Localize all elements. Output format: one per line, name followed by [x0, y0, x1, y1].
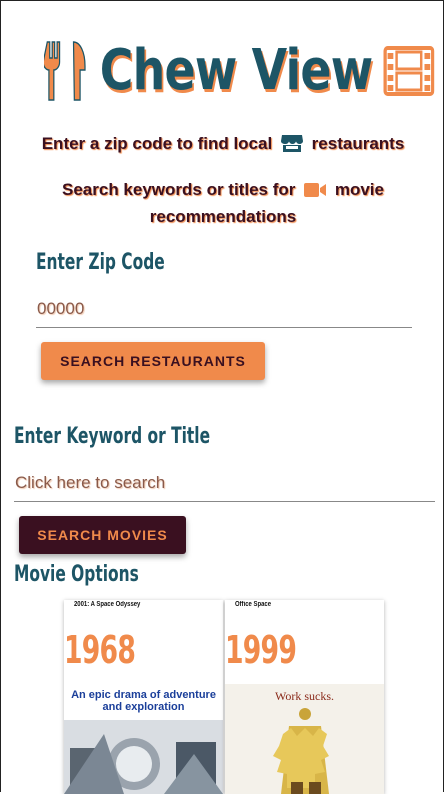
app-title-text: Chew View: [99, 38, 373, 103]
poster-tagline: An epic drama of adventure and explorati…: [71, 689, 216, 713]
movie-card[interactable]: 2001: A Space Odyssey 1968 An epic drama…: [64, 600, 223, 794]
movie-year: 1968: [64, 628, 136, 672]
poster-tagline: Work sucks.: [274, 689, 335, 703]
tagline-restaurants-suffix: restaurants: [311, 134, 405, 153]
movie-list: 2001: A Space Odyssey 1968 An epic drama…: [64, 600, 384, 794]
movie-options-heading: Movie Options: [14, 562, 139, 587]
tagline-restaurants-text: Enter a zip code to find local: [41, 134, 273, 153]
tagline-movies-suffix: movie: [334, 180, 384, 199]
movie-card[interactable]: Office Space 1999 Work sucks.: [225, 600, 384, 794]
search-movies-button[interactable]: SEARCH MOVIES: [19, 516, 186, 554]
tagline-movies-line2: recommendations: [149, 207, 297, 226]
movie-title: 2001: A Space Odyssey: [74, 601, 141, 608]
store-icon: [280, 135, 303, 152]
movie-poster: An epic drama of adventure and explorati…: [64, 684, 223, 794]
tagline-movies: Search keywords or titles for movie reco…: [0, 176, 446, 230]
tagline-restaurants: Enter a zip code to find local restauran…: [0, 130, 446, 157]
movie-title: Office Space: [235, 601, 272, 608]
search-restaurants-button[interactable]: SEARCH RESTAURANTS: [41, 342, 265, 380]
movie-year: 1999: [225, 628, 297, 672]
utensils-icon: [44, 40, 86, 101]
zip-code-input[interactable]: [36, 291, 412, 328]
film-icon: [383, 45, 435, 96]
movie-poster: Work sucks.: [225, 684, 384, 794]
app-title: Chew View: [44, 38, 435, 103]
video-camera-icon: [304, 183, 327, 197]
zip-label: Enter Zip Code: [36, 250, 165, 275]
keyword-search-input[interactable]: [14, 465, 435, 502]
tagline-movies-text: Search keywords or titles for: [62, 180, 296, 199]
keyword-label: Enter Keyword or Title: [14, 424, 211, 449]
